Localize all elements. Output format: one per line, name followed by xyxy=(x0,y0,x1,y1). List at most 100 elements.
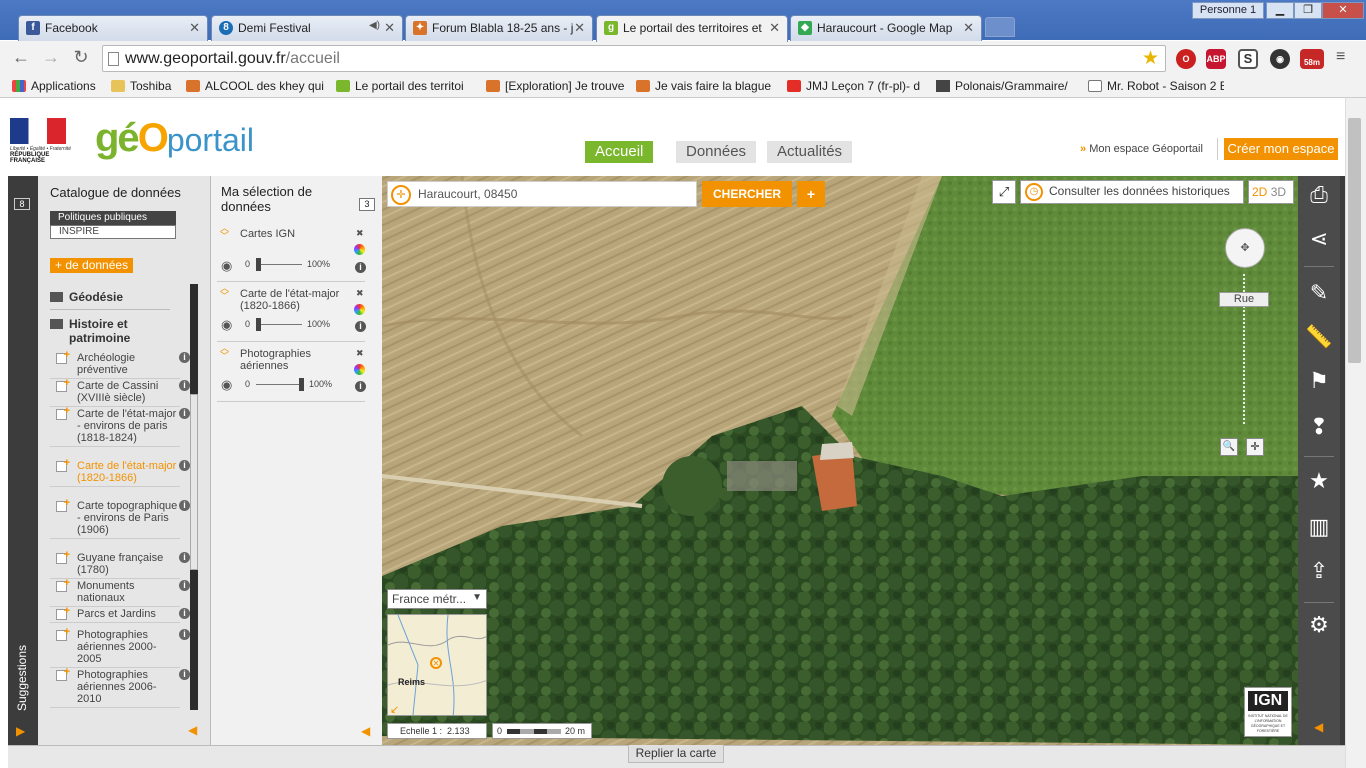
nav-donnees[interactable]: Données xyxy=(676,141,757,163)
bookmark-exploration[interactable]: [Exploration] Je trouve xyxy=(486,79,624,93)
info-icon[interactable]: i xyxy=(179,608,190,619)
catalog-item[interactable]: Parcs et Jardins i xyxy=(50,605,190,623)
opacity-slider[interactable] xyxy=(256,378,304,391)
stylish-icon[interactable]: S xyxy=(1238,49,1258,69)
locate-icon[interactable]: ✛ xyxy=(391,185,411,205)
collapse-toolbar-icon[interactable]: ◀ xyxy=(1314,720,1323,734)
territory-select[interactable]: France métr... ▼ xyxy=(387,589,487,609)
close-icon[interactable]: ✕ xyxy=(189,20,200,36)
bookmark-polonais[interactable]: Polonais/Grammaire/ xyxy=(936,79,1072,93)
search-input[interactable] xyxy=(418,185,688,203)
reorder-icon[interactable]: ︿ ﹀ xyxy=(220,284,229,301)
more-data-button[interactable]: + de données xyxy=(50,258,134,273)
draw-pencil-icon[interactable]: ✎ xyxy=(1298,280,1340,306)
minimize-button[interactable]: ▁ xyxy=(1266,2,1294,19)
group-geodesie[interactable]: Géodésie xyxy=(50,290,123,304)
back-icon[interactable]: ← xyxy=(10,47,32,68)
close-icon[interactable]: ✕ xyxy=(574,20,585,36)
adblock-icon[interactable]: ABP xyxy=(1206,49,1226,69)
geoportail-logo[interactable]: géOportail xyxy=(95,116,254,161)
forward-icon[interactable]: → xyxy=(40,47,62,68)
ghostery-icon[interactable]: ◉ xyxy=(1270,49,1290,69)
close-window-button[interactable]: ✕ xyxy=(1322,2,1364,19)
resize-arrow-icon[interactable]: ↙ xyxy=(390,703,399,715)
favorite-star-icon[interactable]: ★ xyxy=(1298,468,1340,494)
catalog-item[interactable]: Carte topographique - environs de Paris … xyxy=(50,497,190,539)
remove-layer-icon[interactable]: ✖ xyxy=(356,288,364,299)
pan-control[interactable]: ✥ xyxy=(1225,228,1265,268)
nav-actualites[interactable]: Actualités xyxy=(767,141,853,163)
bookmark-mr-robot[interactable]: Mr. Robot - Saison 2 E xyxy=(1088,79,1224,93)
info-icon[interactable]: i xyxy=(179,408,190,419)
info-icon[interactable]: i xyxy=(355,381,366,392)
info-icon[interactable]: i xyxy=(179,500,190,511)
reorder-icon[interactable]: ︿ ﹀ xyxy=(220,344,229,361)
close-icon[interactable]: ✕ xyxy=(384,20,395,36)
info-icon[interactable]: i xyxy=(179,629,190,640)
info-icon[interactable]: i xyxy=(179,460,190,471)
creer-espace-button[interactable]: Créer mon espace xyxy=(1224,138,1338,160)
nav-accueil[interactable]: Accueil xyxy=(585,141,654,163)
view-mode-toggle[interactable]: 2D 3D xyxy=(1248,180,1294,204)
zoom-level-label[interactable]: Rue xyxy=(1219,292,1269,307)
tab-politiques-publiques[interactable]: Politiques publiques xyxy=(50,211,176,225)
replier-carte-button[interactable]: Replier la carte xyxy=(628,745,724,763)
reload-icon[interactable]: ↻ xyxy=(70,47,92,68)
print-icon[interactable]: ⎙ xyxy=(1298,182,1340,208)
opacity-slider-handle[interactable] xyxy=(256,318,261,331)
suggestions-label[interactable]: Suggestions xyxy=(15,638,29,718)
info-icon[interactable]: i xyxy=(179,352,190,363)
visibility-eye-icon[interactable]: ◉ xyxy=(221,377,232,393)
bookmark-applications[interactable]: Applications xyxy=(12,79,102,93)
catalog-scroll-thumb[interactable] xyxy=(190,394,198,570)
view-3d[interactable]: 3D xyxy=(1271,185,1286,199)
timer-extension-icon[interactable]: 58m xyxy=(1300,49,1324,69)
opacity-slider-handle[interactable] xyxy=(299,378,304,391)
menu-icon[interactable]: ≡ xyxy=(1336,48,1345,66)
reorder-icon[interactable]: ︿ ﹀ xyxy=(220,224,229,241)
share-icon[interactable]: ⋖ xyxy=(1298,226,1340,252)
opacity-slider-handle[interactable] xyxy=(256,258,261,271)
info-icon[interactable]: i xyxy=(179,552,190,563)
catalog-item[interactable]: Photographies aériennes 2000-2005 i xyxy=(50,626,190,668)
close-icon[interactable]: ✕ xyxy=(963,20,974,36)
remove-layer-icon[interactable]: ✖ xyxy=(356,228,364,239)
bookmark-blague[interactable]: Je vais faire la blague xyxy=(636,79,772,93)
tab-inspire[interactable]: INSPIRE xyxy=(50,225,176,239)
color-icon[interactable] xyxy=(354,364,365,375)
collapse-arrow-icon[interactable]: ◀ xyxy=(188,723,197,737)
opacity-slider[interactable] xyxy=(256,258,302,271)
visibility-eye-icon[interactable]: ◉ xyxy=(221,258,232,274)
info-icon[interactable]: i xyxy=(355,262,366,273)
catalog-item[interactable]: Carte de l'état-major - environs de pari… xyxy=(50,405,190,447)
address-bar[interactable]: www.geoportail.gouv.fr/accueil ★ xyxy=(102,45,1166,72)
new-tab-button[interactable] xyxy=(985,17,1015,37)
maximize-button[interactable]: ❐ xyxy=(1294,2,1322,19)
view-2d[interactable]: 2D xyxy=(1252,185,1267,199)
catalog-item[interactable]: Photographies aériennes 2006-2010 i xyxy=(50,666,190,708)
info-icon[interactable]: i xyxy=(179,580,190,591)
bookmark-jmj[interactable]: JMJ Leçon 7 (fr-pl)- d xyxy=(787,79,923,93)
opera-icon[interactable]: O xyxy=(1176,49,1196,69)
group-histoire[interactable]: Histoire et patrimoine xyxy=(50,317,170,345)
signpost-icon[interactable]: ⚑ xyxy=(1298,368,1340,394)
mon-espace-link[interactable]: » Mon espace Géoportail xyxy=(1080,143,1203,155)
map-icon[interactable]: ▥ xyxy=(1298,514,1340,540)
overview-map[interactable]: ✕ Reims ↙ xyxy=(387,614,487,716)
collapse-arrow-icon[interactable]: ◀ xyxy=(361,724,370,738)
sound-icon[interactable]: ◀) xyxy=(369,20,380,31)
tab-facebook[interactable]: f Facebook ✕ xyxy=(18,15,208,41)
tab-demi-festival[interactable]: 8 Demi Festival ◀) ✕ xyxy=(211,15,403,41)
bookmark-geoportail[interactable]: Le portail des territoi xyxy=(336,79,472,93)
settings-gear-icon[interactable]: ⚙ xyxy=(1298,612,1340,638)
color-icon[interactable] xyxy=(354,304,365,315)
tab-google-maps[interactable]: ◆ Haraucourt - Google Map ✕ xyxy=(790,15,982,41)
info-icon[interactable]: i xyxy=(179,380,190,391)
fullscreen-icon[interactable]: ⤢ xyxy=(992,180,1016,204)
alert-icon[interactable]: ❢ xyxy=(1298,414,1340,440)
remove-layer-icon[interactable]: ✖ xyxy=(356,348,364,359)
upload-icon[interactable]: ⇪ xyxy=(1298,558,1340,584)
bookmark-toshiba[interactable]: Toshiba xyxy=(111,79,177,93)
visibility-eye-icon[interactable]: ◉ xyxy=(221,317,232,333)
zoom-in-icon[interactable]: 🔍 xyxy=(1220,438,1238,456)
